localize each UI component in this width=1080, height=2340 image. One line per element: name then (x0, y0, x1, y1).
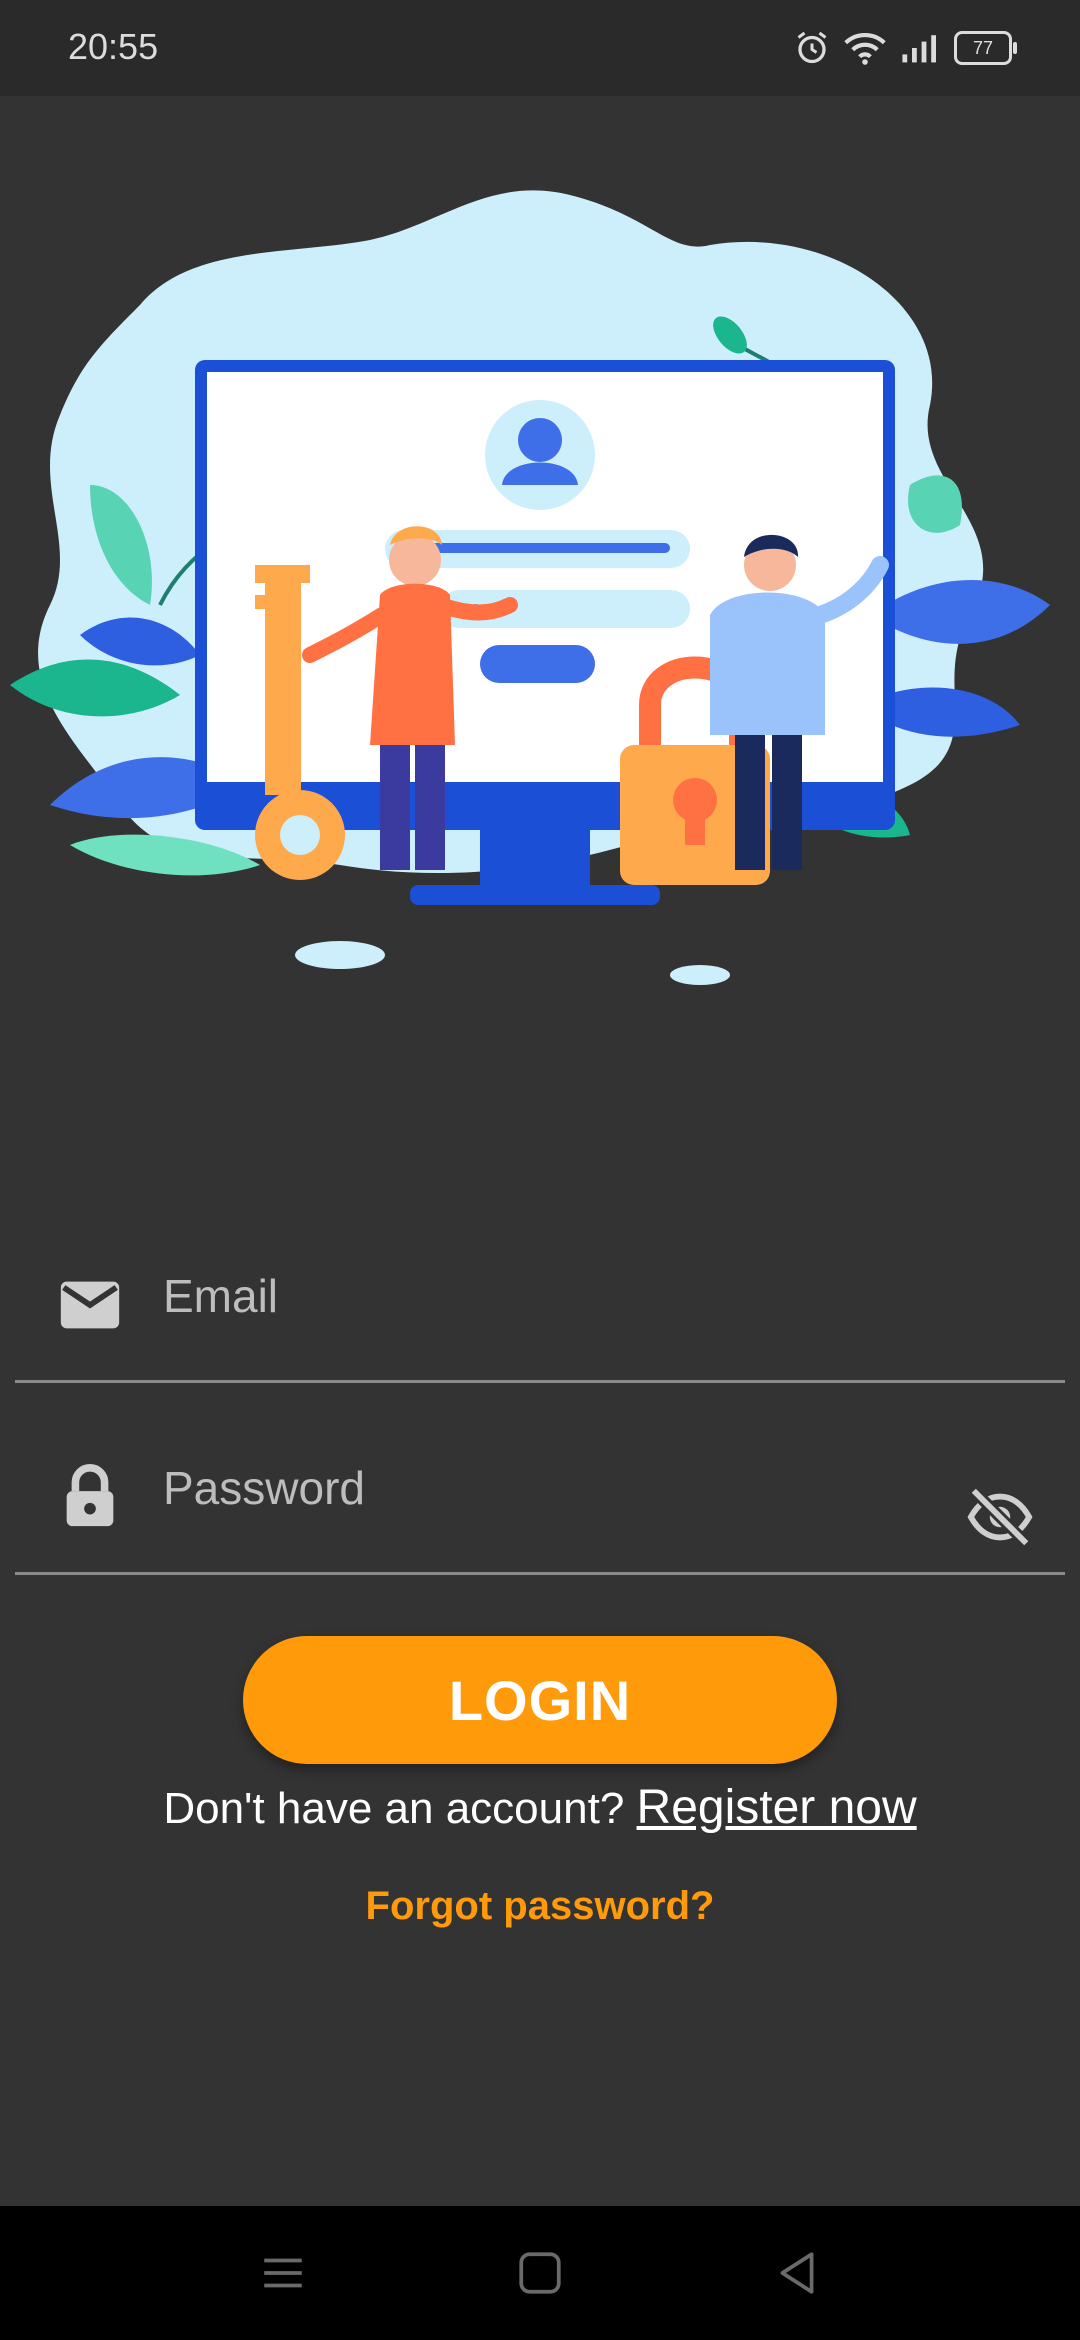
login-button[interactable]: LOGIN (243, 1636, 837, 1764)
status-icons: 77 (794, 28, 1017, 68)
email-field[interactable] (15, 1190, 1065, 1383)
password-field[interactable] (15, 1382, 1065, 1575)
visibility-off-icon[interactable] (965, 1482, 1035, 1552)
mail-icon (60, 1281, 120, 1329)
battery-level: 77 (972, 37, 994, 58)
alarm-icon (797, 31, 827, 64)
status-time: 20:55 (68, 26, 159, 67)
status-bar: 20:55 77 (0, 0, 1080, 96)
back-triangle-icon[interactable] (772, 2248, 822, 2298)
home-square-icon[interactable] (515, 2248, 565, 2298)
wifi-icon (844, 32, 886, 65)
no-account-text: Don't have an account? (163, 1784, 625, 1833)
login-illustration (10, 190, 1050, 985)
battery-icon: 77 (954, 31, 1017, 65)
register-prompt: Don't have an account? Register now (0, 1780, 1080, 1835)
signal-icon (902, 35, 936, 63)
navigation-bar (0, 2206, 1080, 2340)
forgot-password-link[interactable]: Forgot password? (0, 1884, 1080, 1929)
lock-icon (66, 1464, 114, 1527)
register-now-link[interactable]: Register now (637, 1781, 917, 1834)
email-input[interactable] (161, 1260, 945, 1332)
password-input[interactable] (161, 1452, 945, 1524)
menu-icon[interactable] (258, 2248, 308, 2298)
